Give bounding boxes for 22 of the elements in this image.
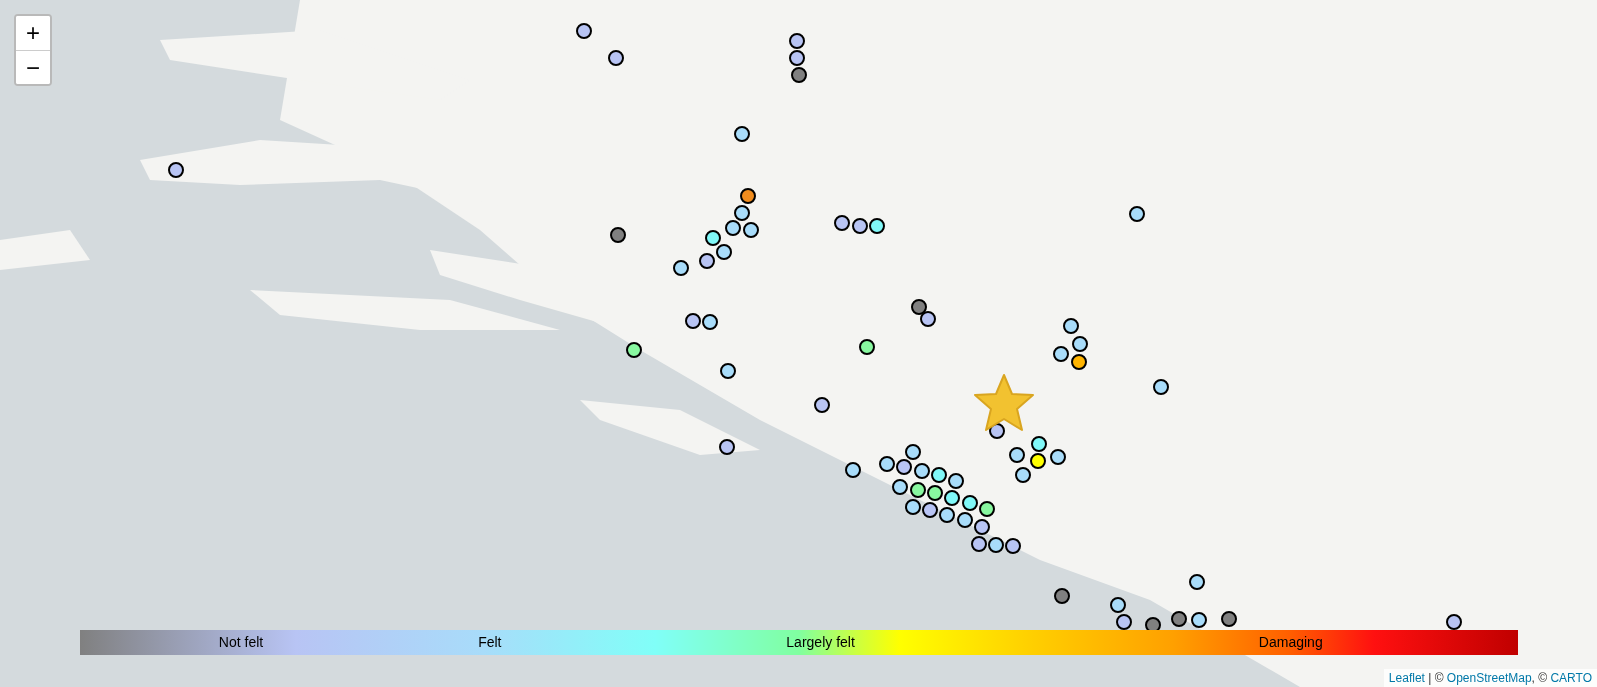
legend-label: Damaging xyxy=(1258,633,1323,652)
zoom-out-button[interactable]: − xyxy=(16,50,50,84)
attribution-link[interactable]: CARTO xyxy=(1550,671,1592,685)
intensity-marker[interactable] xyxy=(988,536,1005,553)
attribution-link[interactable]: OpenStreetMap xyxy=(1446,671,1532,685)
intensity-marker[interactable] xyxy=(625,342,642,359)
intensity-marker[interactable] xyxy=(1054,587,1071,604)
intensity-marker[interactable] xyxy=(921,502,938,519)
intensity-marker[interactable] xyxy=(1171,611,1188,628)
legend-label: Felt xyxy=(478,633,502,652)
legend-label: Largely felt xyxy=(786,633,855,652)
intensity-marker[interactable] xyxy=(1116,614,1133,631)
intensity-marker[interactable] xyxy=(956,512,973,529)
intensity-marker[interactable] xyxy=(1110,597,1127,613)
attribution-text: Leaflet | © OpenStreetMap, © CARTO xyxy=(1383,669,1597,687)
star-icon xyxy=(973,373,1036,434)
attribution-link[interactable]: Leaflet xyxy=(1388,671,1425,685)
legend-label: Not felt xyxy=(218,633,264,652)
intensity-marker[interactable] xyxy=(970,535,987,552)
intensity-marker[interactable] xyxy=(939,507,956,524)
intensity-marker[interactable] xyxy=(904,499,921,516)
intensity-marker[interactable] xyxy=(719,439,736,456)
